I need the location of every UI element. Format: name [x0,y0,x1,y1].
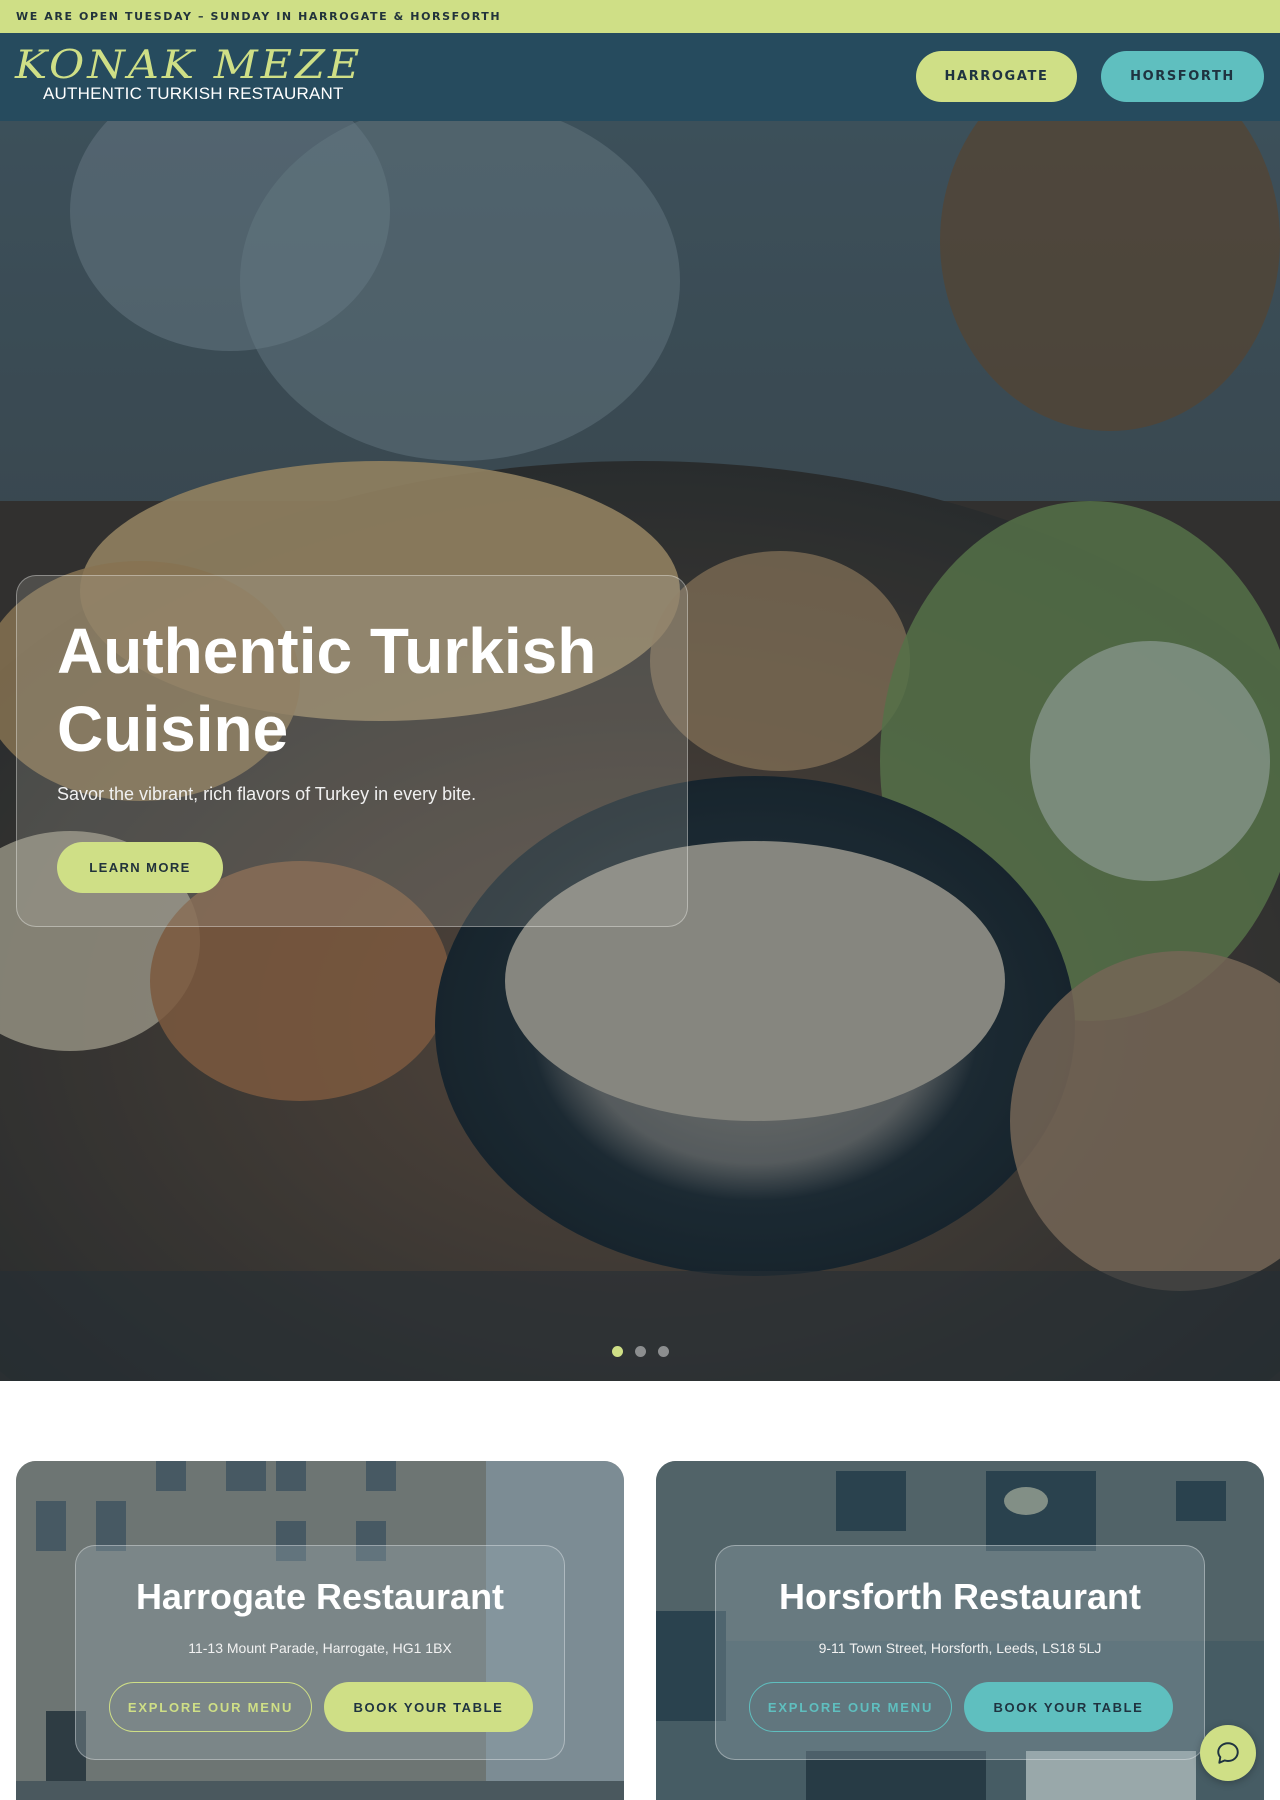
horsforth-book-table-button[interactable]: BOOK YOUR TABLE [964,1682,1173,1732]
harrogate-info-card: Harrogate Restaurant 11-13 Mount Parade,… [75,1545,565,1760]
hero-subtitle: Savor the vibrant, rich flavors of Turke… [57,784,477,804]
chat-bubble-icon [1217,1742,1239,1764]
hero-slider: Authentic Turkish Cuisine Savor the vibr… [0,121,1280,1381]
announcement-bar: WE ARE OPEN TUESDAY – SUNDAY IN HARROGAT… [0,0,1280,33]
horsforth-location-card: Horsforth Restaurant 9-11 Town Street, H… [656,1461,1264,1800]
harrogate-nav-button[interactable]: HARROGATE [916,51,1077,102]
hero-title: Authentic Turkish Cuisine [57,615,597,765]
harrogate-title: Harrogate Restaurant [135,1576,505,1617]
slider-dot-3[interactable] [658,1346,669,1357]
announcement-text: WE ARE OPEN TUESDAY – SUNDAY IN HARROGAT… [16,10,502,23]
horsforth-info-card: Horsforth Restaurant 9-11 Town Street, H… [715,1545,1205,1760]
slider-dot-1[interactable] [612,1346,623,1357]
horsforth-explore-menu-button[interactable]: EXPLORE OUR MENU [749,1682,952,1732]
slider-dot-2[interactable] [635,1346,646,1357]
horsforth-address: 9-11 Town Street, Horsforth, Leeds, LS18… [818,1640,1102,1656]
horsforth-title: Horsforth Restaurant [778,1576,1142,1617]
harrogate-book-table-button[interactable]: BOOK YOUR TABLE [324,1682,533,1732]
chat-button[interactable] [1200,1725,1256,1781]
site-header: KONAK MEZE AUTHENTIC TURKISH RESTAURANT … [0,33,1280,121]
learn-more-button[interactable]: LEARN MORE [57,842,223,893]
hero-card: Authentic Turkish Cuisine Savor the vibr… [16,575,688,927]
harrogate-address: 11-13 Mount Parade, Harrogate, HG1 1BX [188,1640,452,1656]
logo[interactable]: KONAK MEZE AUTHENTIC TURKISH RESTAURANT [15,43,362,104]
harrogate-location-card: Harrogate Restaurant 11-13 Mount Parade,… [16,1461,624,1800]
slider-dots [612,1346,669,1357]
horsforth-nav-button[interactable]: HORSFORTH [1101,51,1264,102]
logo-name: KONAK MEZE [15,42,363,88]
harrogate-explore-menu-button[interactable]: EXPLORE OUR MENU [109,1682,312,1732]
